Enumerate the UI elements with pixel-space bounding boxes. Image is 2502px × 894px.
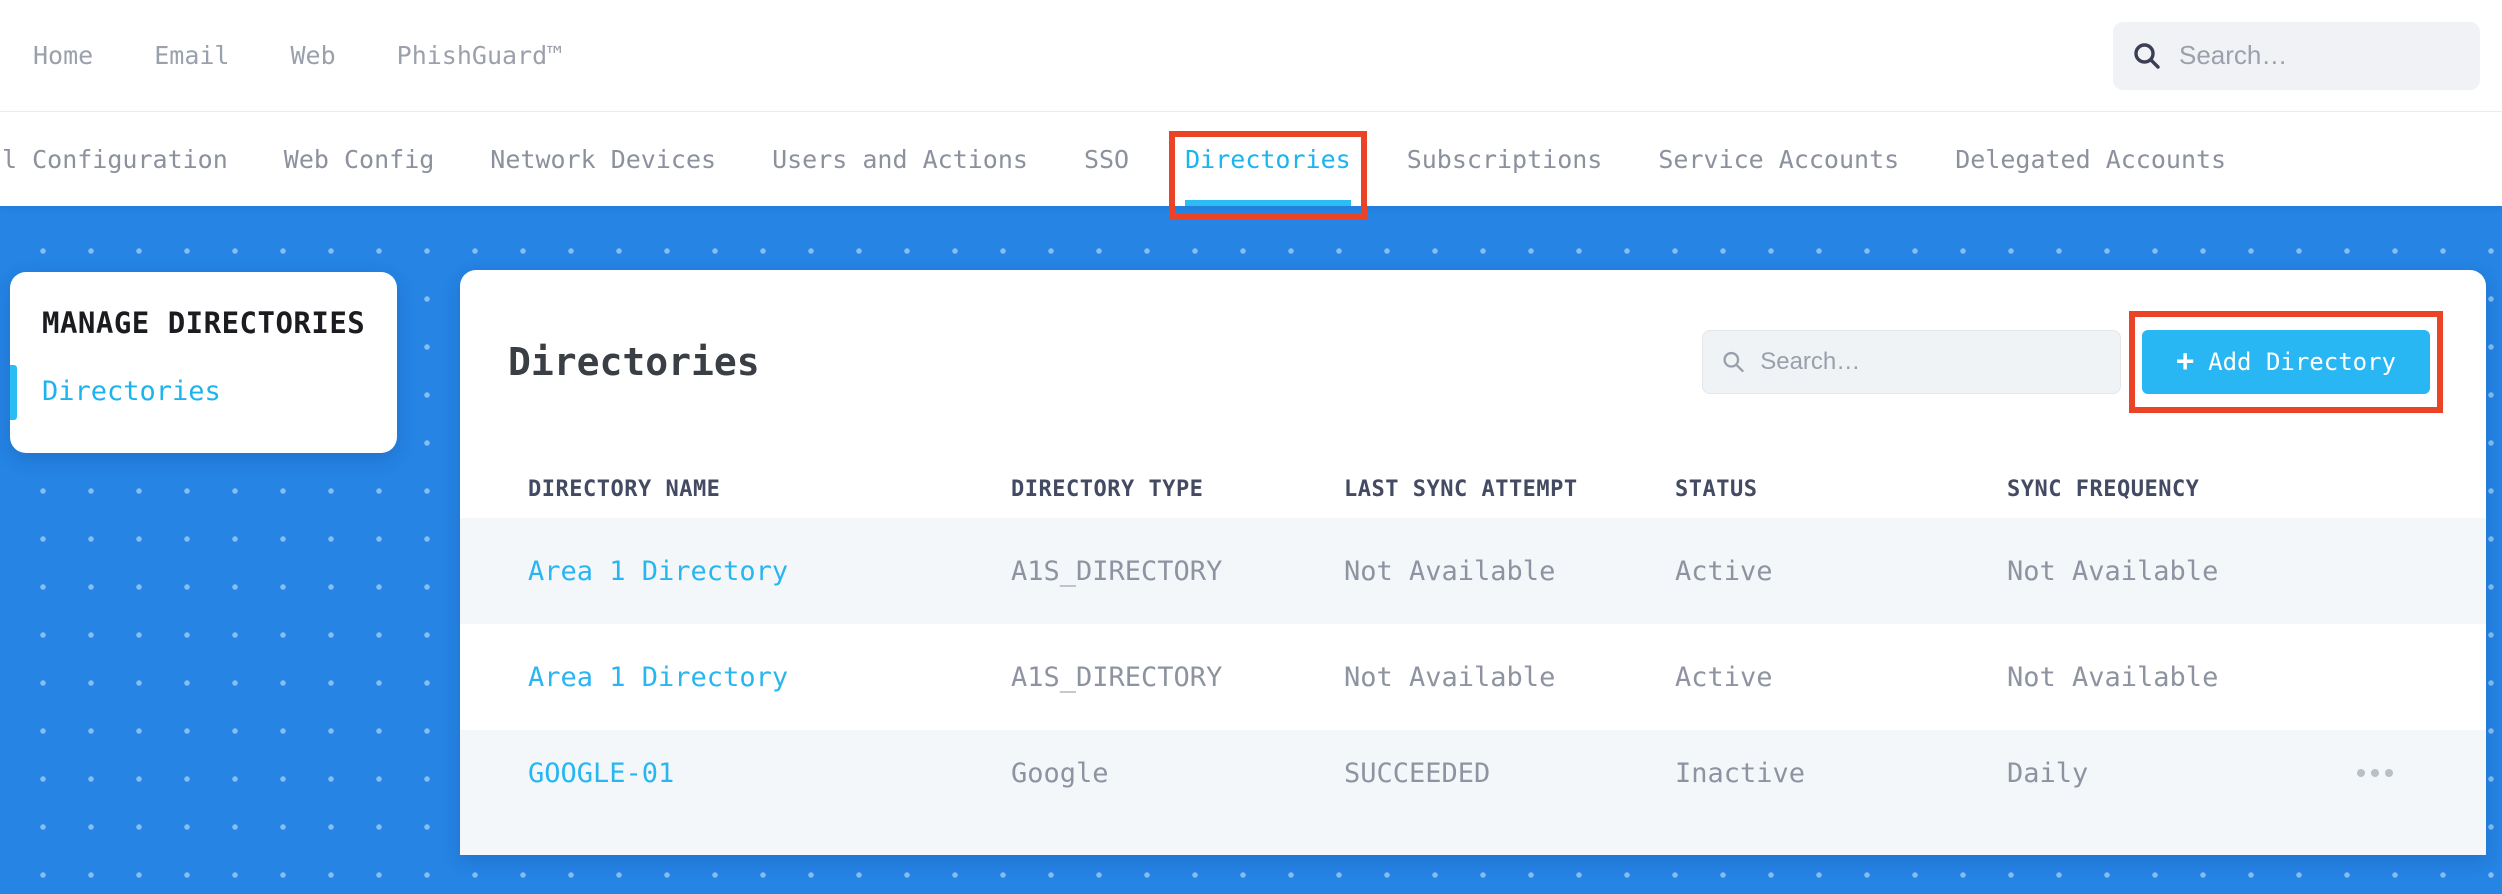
directories-search-input[interactable] (1760, 348, 2103, 376)
sync-frequency-value: Not Available (2007, 555, 2219, 587)
sync-frequency-value: Daily (2007, 758, 2089, 789)
directory-type-value: A1S_DIRECTORY (1011, 661, 1223, 693)
table-row: Area 1 Directory A1S_DIRECTORY Not Avail… (460, 518, 2486, 624)
column-header-last-sync-attempt: LAST SYNC ATTEMPT (1344, 476, 1578, 502)
plus-icon: + (2176, 344, 2195, 379)
column-header-sync-frequency: SYNC FREQUENCY (2007, 476, 2200, 502)
column-header-status: STATUS (1675, 476, 1758, 502)
tab-service-accounts[interactable]: Service Accounts (1658, 112, 1899, 206)
last-sync-value: Not Available (1344, 661, 1556, 693)
topbar-divider (0, 111, 2502, 112)
table-row: GOOGLE-01 Google SUCCEEDED Inactive Dail… (460, 730, 2486, 855)
directories-search-box[interactable] (1702, 330, 2122, 394)
tab-sso[interactable]: SSO (1084, 112, 1129, 206)
side-card-title: MANAGE DIRECTORIES (42, 306, 366, 340)
directories-panel: Directories + Add Directory DIRECTORY NA… (460, 270, 2486, 855)
page-background: MANAGE DIRECTORIES Directories Directori… (0, 206, 2502, 894)
annotation-highlight-add-directory: + Add Directory (2129, 311, 2443, 413)
directories-table: DIRECTORY NAME DIRECTORY TYPE LAST SYNC … (460, 460, 2486, 855)
manage-directories-card: MANAGE DIRECTORIES Directories (10, 272, 397, 453)
nav-item-home[interactable]: Home (33, 41, 93, 70)
sync-frequency-value: Not Available (2007, 661, 2219, 693)
add-directory-button[interactable]: + Add Directory (2142, 330, 2430, 394)
nav-item-web[interactable]: Web (290, 41, 335, 70)
panel-header: Directories + Add Directory (460, 311, 2486, 413)
tab-web-config[interactable]: Web Config (284, 112, 435, 206)
search-icon (1723, 351, 1744, 373)
tab-network-devices[interactable]: Network Devices (490, 112, 716, 206)
tab-users-and-actions[interactable]: Users and Actions (772, 112, 1028, 206)
tab-delegated-accounts[interactable]: Delegated Accounts (1955, 112, 2226, 206)
directory-name-link[interactable]: Area 1 Directory (528, 662, 1011, 693)
tab-email-configuration[interactable]: l Configuration (2, 112, 228, 206)
tab-directories-label: Directories (1185, 144, 1351, 174)
tab-directories[interactable]: Directories (1185, 112, 1351, 206)
tab-subscriptions[interactable]: Subscriptions (1407, 112, 1603, 206)
directory-name-link[interactable]: Area 1 Directory (528, 556, 1011, 587)
sidebar-item-directories[interactable]: Directories (42, 376, 221, 407)
table-header-row: DIRECTORY NAME DIRECTORY TYPE LAST SYNC … (460, 460, 2486, 518)
top-bar: Home Email Web PhishGuard™ (0, 0, 2502, 111)
add-directory-label: Add Directory (2208, 348, 2396, 376)
settings-tab-bar: l Configuration Web Config Network Devic… (0, 112, 2502, 206)
last-sync-value: SUCCEEDED (1344, 758, 1491, 789)
column-header-directory-type: DIRECTORY TYPE (1011, 476, 1204, 502)
global-search-box[interactable] (2113, 21, 2480, 90)
global-search-input[interactable] (2179, 40, 2462, 71)
nav-item-phishguard[interactable]: PhishGuard™ (397, 41, 563, 70)
table-row: Area 1 Directory A1S_DIRECTORY Not Avail… (460, 624, 2486, 730)
page-title: Directories (508, 340, 760, 384)
active-item-indicator-bar (10, 365, 17, 420)
status-value: Active (1675, 661, 1773, 693)
last-sync-value: Not Available (1344, 555, 1556, 587)
primary-nav: Home Email Web PhishGuard™ (33, 41, 562, 70)
directory-type-value: Google (1011, 758, 1109, 789)
directory-name-link[interactable]: GOOGLE-01 (528, 758, 1011, 789)
nav-item-email[interactable]: Email (154, 41, 229, 70)
search-icon (2134, 42, 2160, 69)
status-value: Active (1675, 555, 1773, 587)
column-header-directory-name: DIRECTORY NAME (528, 476, 721, 502)
active-tab-underline (1185, 200, 1351, 206)
directory-type-value: A1S_DIRECTORY (1011, 555, 1223, 587)
row-actions-ellipsis-icon[interactable] (2357, 758, 2401, 788)
status-value: Inactive (1675, 758, 1806, 789)
